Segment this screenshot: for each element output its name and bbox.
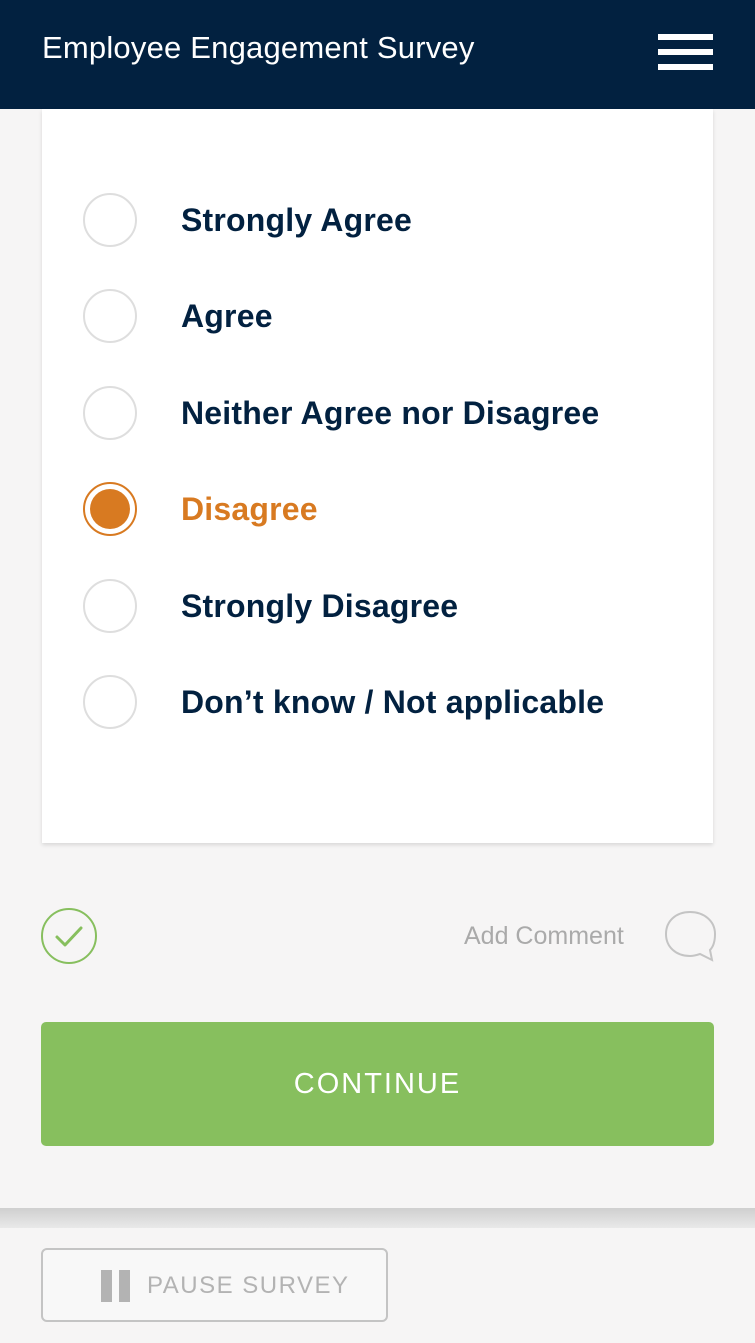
hamburger-menu-icon[interactable] — [652, 30, 718, 78]
option-strongly-agree[interactable]: Strongly Agree — [82, 189, 682, 249]
option-not-applicable[interactable]: Don’t know / Not applicable — [82, 671, 682, 731]
continue-button[interactable]: CONTINUE — [41, 1022, 714, 1146]
option-label: Strongly Agree — [181, 202, 412, 238]
option-neither[interactable]: Neither Agree nor Disagree — [82, 382, 682, 442]
pause-icon — [101, 1270, 131, 1302]
pause-survey-button[interactable]: PAUSE SURVEY — [41, 1248, 388, 1322]
radio-button[interactable] — [83, 289, 137, 343]
option-label: Strongly Disagree — [181, 588, 459, 624]
option-label: Agree — [181, 298, 273, 334]
radio-button[interactable] — [83, 386, 137, 440]
radio-button[interactable] — [83, 579, 137, 633]
answered-check-icon — [41, 908, 97, 964]
question-card: Strongly Agree Agree Neither Agree nor D… — [42, 109, 713, 843]
add-comment-link[interactable]: Add Comment — [464, 922, 624, 951]
radio-button[interactable] — [83, 675, 137, 729]
option-strongly-disagree[interactable]: Strongly Disagree — [82, 575, 682, 635]
app-header: Employee Engagement Survey — [0, 0, 755, 109]
option-disagree[interactable]: Disagree — [82, 478, 682, 538]
option-agree[interactable]: Agree — [82, 285, 682, 345]
radio-button-selected[interactable] — [83, 482, 137, 536]
radio-button[interactable] — [83, 193, 137, 247]
option-label: Don’t know / Not applicable — [181, 684, 605, 720]
speech-bubble-icon[interactable] — [662, 908, 718, 964]
option-label-selected: Disagree — [181, 491, 318, 527]
page-title: Employee Engagement Survey — [42, 30, 475, 65]
footer-divider — [0, 1208, 755, 1228]
option-label: Neither Agree nor Disagree — [181, 395, 600, 431]
pause-survey-label: PAUSE SURVEY — [147, 1272, 350, 1299]
